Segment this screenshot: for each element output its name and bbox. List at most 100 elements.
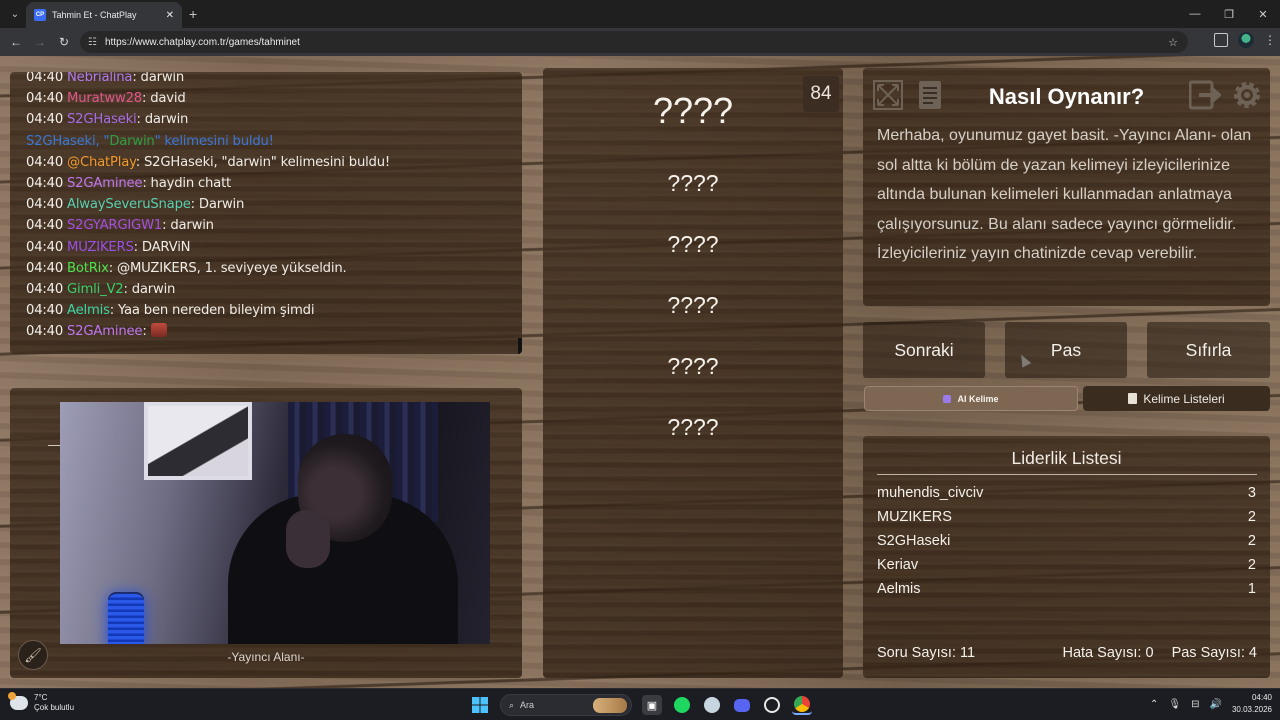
- chat-message: 04:40 Muratww28: david: [26, 91, 186, 107]
- volume-icon[interactable]: 🔊: [1210, 699, 1222, 710]
- how-to-play-text: Merhaba, oyunumuz gayet basit. -Yayıncı …: [877, 127, 1252, 263]
- leaderboard-title: Liderlik Listesi: [1011, 448, 1122, 468]
- steam-icon[interactable]: [702, 695, 722, 715]
- reload-icon[interactable]: ↻: [52, 35, 76, 49]
- word-list-panel: 84 ???? ???? ???? ???? ???? ????: [543, 68, 843, 678]
- task-view-icon[interactable]: ▣: [642, 695, 662, 715]
- question-count: Soru Sayısı: 11: [877, 645, 976, 661]
- divider: [877, 474, 1257, 475]
- chat-message: 04:40 BotRix: @MUZIKERS, 1. seviyeye yük…: [26, 260, 347, 276]
- network-icon[interactable]: ⊟: [1191, 699, 1199, 710]
- ai-robot-icon: [943, 394, 952, 403]
- obs-icon[interactable]: [762, 695, 782, 715]
- chrome-icon[interactable]: [792, 695, 812, 715]
- restore-icon[interactable]: ❐: [1212, 0, 1246, 28]
- leaderboard-row: MUZIKERS 2: [877, 509, 1256, 525]
- profile-avatar[interactable]: [1238, 32, 1254, 48]
- hidden-word-slot: ????: [667, 353, 719, 379]
- new-tab-icon[interactable]: +: [189, 6, 197, 22]
- chat-log: 04:40 Nebrialina: darwin 04:40 Muratww28…: [26, 72, 506, 342]
- spotify-icon[interactable]: [672, 695, 692, 715]
- minimize-icon[interactable]: —: [1178, 0, 1212, 28]
- chat-username: @ChatPlay: [67, 154, 136, 170]
- chat-message: 04:40 S2GAminee: haydin chatt: [26, 175, 232, 191]
- pass-button[interactable]: Pas: [1005, 322, 1127, 378]
- url-text[interactable]: https://www.chatplay.com.tr/games/tahmin…: [105, 37, 300, 48]
- chat-username: BotRix: [67, 260, 109, 276]
- search-icon: ⌕: [509, 699, 515, 710]
- system-tray: ⌃ 🎙 ⊟ 🔊 04:40 30.03.2026: [1150, 692, 1272, 716]
- chat-username: Nebrialina: [67, 72, 133, 85]
- discord-icon[interactable]: [732, 695, 752, 715]
- chat-message: 04:40 S2GHaseki: darwin: [26, 112, 189, 128]
- window-controls: — ❐ ✕: [1178, 0, 1280, 28]
- bookmark-star-icon[interactable]: ☆: [1168, 36, 1178, 49]
- windows-start-icon[interactable]: [470, 695, 490, 715]
- reset-button[interactable]: Sıfırla: [1147, 322, 1270, 378]
- list-document-icon: [1128, 393, 1138, 404]
- chat-username: Gimli_V2: [67, 281, 124, 297]
- browser-menu-icon[interactable]: ⋮: [1264, 33, 1276, 47]
- game-stats: Soru Sayısı: 11 Hata Sayısı: 0 Pas Sayıs…: [877, 645, 1257, 661]
- game-viewport: 04:40 Nebrialina: darwin 04:40 Muratww28…: [0, 56, 1280, 688]
- hidden-word-slot: ????: [667, 170, 719, 196]
- hidden-word-slot: ????: [667, 231, 719, 257]
- chat-scrollbar[interactable]: [518, 338, 522, 354]
- hidden-word-slot: ????: [667, 414, 719, 440]
- chat-message: 04:40 AlwaySeveruSnape: Darwin: [26, 197, 245, 213]
- chat-username: S2GYARGIGW1: [67, 218, 163, 234]
- leaderboard-row: S2GHaseki 2: [877, 533, 1256, 549]
- microphone-icon[interactable]: 🎙: [1168, 699, 1181, 710]
- chat-message: 04:40 Nebrialina: darwin: [26, 72, 185, 85]
- close-window-icon[interactable]: ✕: [1246, 0, 1280, 28]
- weather-text: Çok bulutlu: [34, 703, 75, 712]
- windows-taskbar: 7°C Çok bulutlu ⌕ Ara ▣ ⌃ 🎙 ⊟ 🔊 04:40 30…: [0, 688, 1280, 720]
- temperature: 7°C: [34, 693, 48, 702]
- leaderboard-row: muhendis_civciv 3: [877, 485, 1256, 501]
- tab-title: Tahmin Et - ChatPlay: [52, 10, 137, 20]
- tab-search-chevron-icon[interactable]: ⌄: [4, 3, 26, 25]
- browser-tab[interactable]: CP Tahmin Et - ChatPlay ✕: [26, 2, 182, 28]
- pass-count: Pas Sayısı: 4: [1171, 645, 1257, 661]
- chat-panel: 04:40 Nebrialina: darwin 04:40 Muratww28…: [10, 72, 522, 354]
- browser-tab-strip: ⌄ CP Tahmin Et - ChatPlay ✕ + — ❐ ✕: [0, 0, 1280, 28]
- chat-message: 04:40 MUZIKERS: DARViN: [26, 239, 191, 255]
- back-icon[interactable]: ←: [4, 35, 28, 49]
- chat-username: S2GAminee: [67, 175, 143, 191]
- error-count: Hata Sayısı: 0: [1062, 645, 1154, 661]
- chat-message: 04:40 @ChatPlay: S2GHaseki, "darwin" kel…: [26, 154, 390, 170]
- leaderboard-panel: Liderlik Listesi muhendis_civciv 3 MUZIKE…: [863, 436, 1270, 678]
- chat-message: 04:40 Gimli_V2: darwin: [26, 281, 176, 297]
- chat-username: AlwaySeveruSnape: [67, 197, 191, 213]
- tray-overflow-chevron-icon[interactable]: ⌃: [1150, 699, 1158, 710]
- how-to-play-panel: Nasıl Oynanır? Merhaba, oyunumuz gayet b…: [863, 68, 1270, 306]
- current-word-slot: ????: [652, 90, 734, 131]
- ai-word-button[interactable]: AI Kelime: [864, 386, 1078, 411]
- streamer-panel: -Yayıncı Alanı-: [10, 388, 522, 678]
- browser-toolbar: ← → ↻ ☷ https://www.chatplay.com.tr/game…: [0, 28, 1280, 56]
- weather-widget[interactable]: 7°C Çok bulutlu: [8, 692, 75, 713]
- address-bar[interactable]: ☷ https://www.chatplay.com.tr/games/tahm…: [80, 31, 1188, 53]
- chat-username: S2GAminee: [67, 324, 143, 340]
- chat-username: Muratww28: [67, 91, 142, 107]
- next-button[interactable]: Sonraki: [863, 322, 985, 378]
- leaderboard-row: Keriav 2: [877, 557, 1256, 573]
- tab-close-icon[interactable]: ✕: [166, 10, 174, 21]
- taskbar-search[interactable]: ⌕ Ara: [500, 694, 632, 716]
- search-highlight-image: [593, 698, 627, 713]
- brush-icon[interactable]: 🖌: [18, 640, 48, 670]
- site-info-icon[interactable]: ☷: [88, 37, 97, 48]
- chat-username: S2GHaseki: [67, 112, 137, 128]
- chat-message: 04:40 Aelmis: Yaa ben nereden bileyim şi…: [26, 303, 315, 319]
- streamer-area-label: -Yayıncı Alanı-: [227, 650, 305, 664]
- word-lists-button[interactable]: Kelime Listeleri: [1083, 386, 1270, 411]
- leaderboard-row: Aelmis 1: [877, 581, 1256, 597]
- chatplay-favicon-icon: CP: [34, 9, 46, 21]
- divider: [48, 445, 60, 446]
- extensions-icon[interactable]: [1214, 33, 1228, 47]
- clock[interactable]: 04:40 30.03.2026: [1232, 692, 1272, 716]
- chat-username: Aelmis: [67, 303, 110, 319]
- chat-message: 04:40 S2GAminee:: [26, 321, 506, 342]
- forward-icon[interactable]: →: [28, 35, 52, 49]
- chat-username: MUZIKERS: [67, 239, 134, 255]
